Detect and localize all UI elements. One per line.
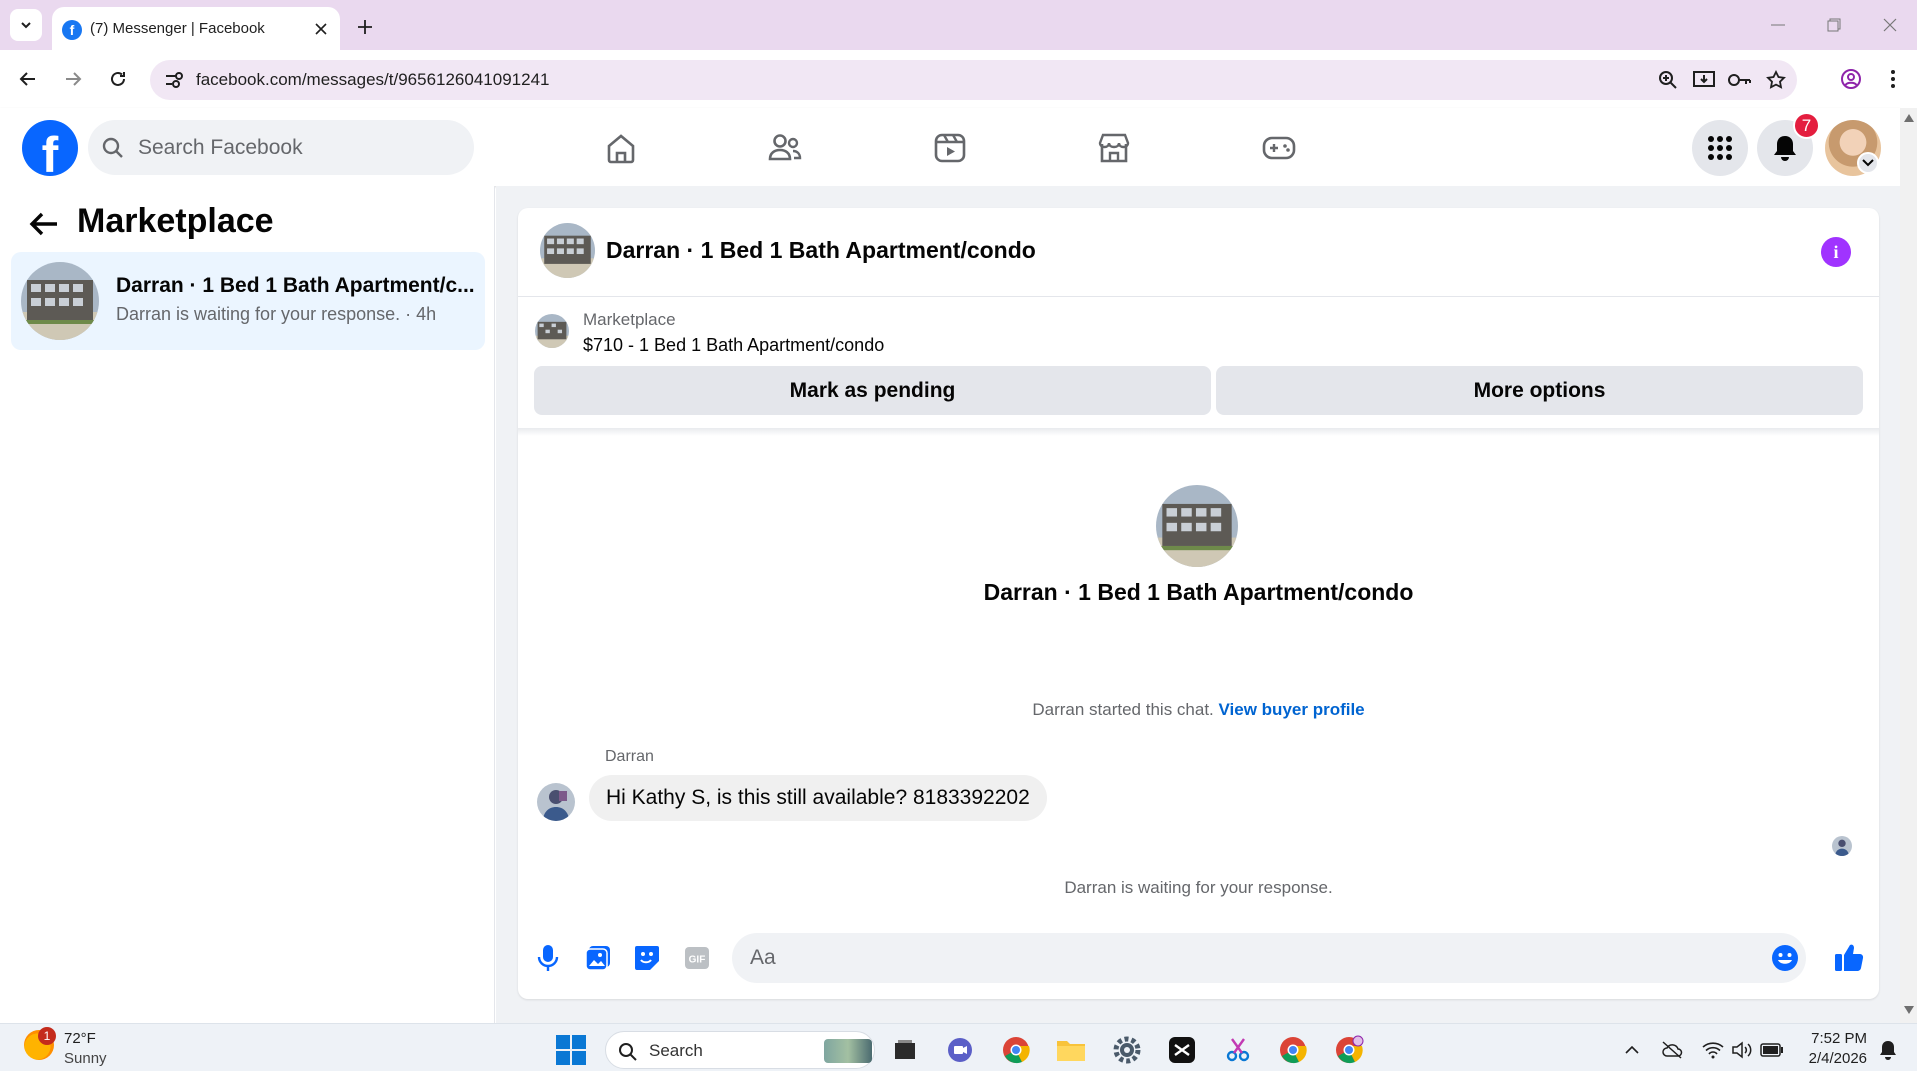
file-explorer-icon[interactable]	[1052, 1031, 1090, 1069]
chat-intro-thumbnail	[1156, 485, 1238, 567]
taskbar-time[interactable]: 7:52 PM	[1797, 1030, 1867, 1047]
back-arrow-icon[interactable]	[24, 206, 64, 242]
listing-source-label: Marketplace	[583, 310, 676, 329]
tab-title: (7) Messenger | Facebook	[90, 20, 265, 37]
message-placeholder: Aa	[750, 946, 776, 969]
chat-window: Darran · 1 Bed 1 Bath Apartment/condo i …	[518, 208, 1879, 999]
install-app-icon[interactable]	[1692, 68, 1716, 92]
window-close-icon[interactable]	[1872, 12, 1908, 38]
chevron-up-icon[interactable]	[1622, 1040, 1642, 1060]
sender-avatar[interactable]	[537, 783, 575, 821]
wifi-icon[interactable]	[1701, 1038, 1725, 1062]
sticker-icon[interactable]	[631, 942, 663, 974]
listing-thumbnail[interactable]	[535, 314, 569, 348]
browser-menu-icon[interactable]	[1878, 62, 1908, 96]
chat-intro-name: Darran · 1 Bed 1 Bath Apartment/condo	[983, 579, 1414, 605]
browser-profile-icon[interactable]	[1834, 62, 1868, 96]
message-input[interactable]: Aa	[732, 933, 1806, 983]
microphone-icon[interactable]	[532, 942, 564, 974]
weather-description: Sunny	[64, 1050, 107, 1067]
facebook-favicon-icon: f	[62, 20, 82, 40]
video-icon[interactable]	[920, 120, 980, 176]
listing-title[interactable]: $710 - 1 Bed 1 Bath Apartment/condo	[583, 335, 884, 356]
more-options-button[interactable]: More options	[1216, 366, 1863, 415]
browser-tab-strip: f (7) Messenger | Facebook	[0, 0, 1917, 50]
url-text: facebook.com/messages/t/9656126041091241	[196, 70, 550, 89]
listing-section-shadow	[518, 428, 1879, 436]
chrome-profile-icon[interactable]	[1274, 1031, 1312, 1069]
settings-gear-icon[interactable]	[1108, 1031, 1146, 1069]
gif-icon[interactable]: GIF	[681, 942, 713, 974]
taskbar-date[interactable]: 2/4/2026	[1797, 1050, 1867, 1067]
mark-as-pending-button[interactable]: Mark as pending	[534, 366, 1211, 415]
taskbar-search-label: Search	[649, 1041, 703, 1060]
password-key-icon[interactable]	[1728, 68, 1752, 92]
chat-started-notice: Darran started this chat. View buyer pro…	[518, 700, 1879, 720]
friends-icon[interactable]	[755, 120, 815, 176]
back-arrow-icon[interactable]	[10, 61, 46, 97]
weather-badge: 1	[38, 1027, 56, 1045]
conversation-name: Darran · 1 Bed 1 Bath Apartment/c...	[116, 274, 475, 297]
seen-receipt-avatar	[1832, 836, 1852, 856]
search-icon	[618, 1042, 638, 1062]
chat-title[interactable]: Darran · 1 Bed 1 Bath Apartment/condo	[606, 237, 1036, 264]
chrome-icon[interactable]	[997, 1031, 1035, 1069]
site-info-icon[interactable]	[162, 69, 186, 91]
tab-close-icon[interactable]	[310, 18, 332, 40]
waiting-notice: Darran is waiting for your response.	[1064, 878, 1333, 897]
photo-icon[interactable]	[582, 942, 614, 974]
search-highlight-image	[824, 1039, 872, 1063]
zoom-icon[interactable]	[1656, 68, 1680, 92]
message-bubble[interactable]: Hi Kathy S, is this still available? 818…	[589, 775, 1047, 821]
taskbar-search[interactable]: Search	[605, 1031, 875, 1069]
task-view-icon[interactable]	[886, 1031, 924, 1069]
menu-grid-icon[interactable]	[1692, 120, 1748, 176]
new-tab-icon[interactable]	[350, 12, 380, 42]
divider	[518, 296, 1879, 297]
chrome-profile-icon[interactable]	[1330, 1031, 1368, 1069]
browser-tab-active[interactable]: f (7) Messenger | Facebook	[52, 7, 340, 50]
notification-badge: 7	[1793, 112, 1820, 139]
address-bar[interactable]: facebook.com/messages/t/9656126041091241	[150, 60, 1797, 100]
chat-started-text: Darran started this chat.	[1032, 700, 1214, 719]
chat-header-thumbnail[interactable]	[540, 223, 595, 278]
window-minimize-icon[interactable]	[1760, 12, 1796, 38]
weather-temperature[interactable]: 72°F	[64, 1030, 96, 1047]
listing-thumbnail	[21, 262, 99, 340]
snipping-tool-icon[interactable]	[1219, 1031, 1257, 1069]
message-sender-name: Darran	[605, 748, 654, 765]
marketplace-icon[interactable]	[1084, 120, 1144, 176]
view-buyer-profile-link[interactable]: View buyer profile	[1219, 700, 1365, 719]
tab-search-dropdown-icon[interactable]	[10, 9, 42, 41]
svg-text:GIF: GIF	[689, 955, 706, 966]
info-icon[interactable]: i	[1821, 237, 1851, 267]
forward-arrow-icon[interactable]	[55, 61, 91, 97]
thumbs-up-icon[interactable]	[1832, 940, 1866, 974]
conversation-preview: Darran is waiting for your response. · 4…	[116, 304, 437, 324]
gaming-icon[interactable]	[1249, 120, 1309, 176]
capcut-icon[interactable]	[1163, 1031, 1201, 1069]
page-scrollbar[interactable]	[1900, 108, 1917, 1023]
volume-icon[interactable]	[1730, 1038, 1754, 1062]
notification-bell-icon[interactable]	[1876, 1038, 1900, 1062]
search-placeholder: Search Facebook	[138, 136, 303, 159]
windows-start-icon[interactable]	[555, 1034, 587, 1066]
reload-icon[interactable]	[100, 61, 136, 97]
meet-app-icon[interactable]	[941, 1031, 979, 1069]
battery-icon[interactable]	[1760, 1038, 1784, 1062]
cloud-offline-icon[interactable]	[1660, 1038, 1684, 1062]
facebook-search-input[interactable]: Search Facebook	[88, 120, 474, 175]
chevron-down-icon[interactable]	[1857, 152, 1879, 174]
search-icon	[102, 137, 124, 159]
conversation-item[interactable]: Darran · 1 Bed 1 Bath Apartment/c... Dar…	[11, 252, 485, 350]
panel-title: Marketplace	[77, 202, 274, 240]
window-restore-icon[interactable]	[1816, 12, 1852, 38]
bookmark-star-icon[interactable]	[1764, 68, 1788, 92]
facebook-logo-icon[interactable]: f	[22, 120, 78, 176]
emoji-icon[interactable]	[1770, 943, 1800, 973]
home-icon[interactable]	[591, 120, 651, 176]
